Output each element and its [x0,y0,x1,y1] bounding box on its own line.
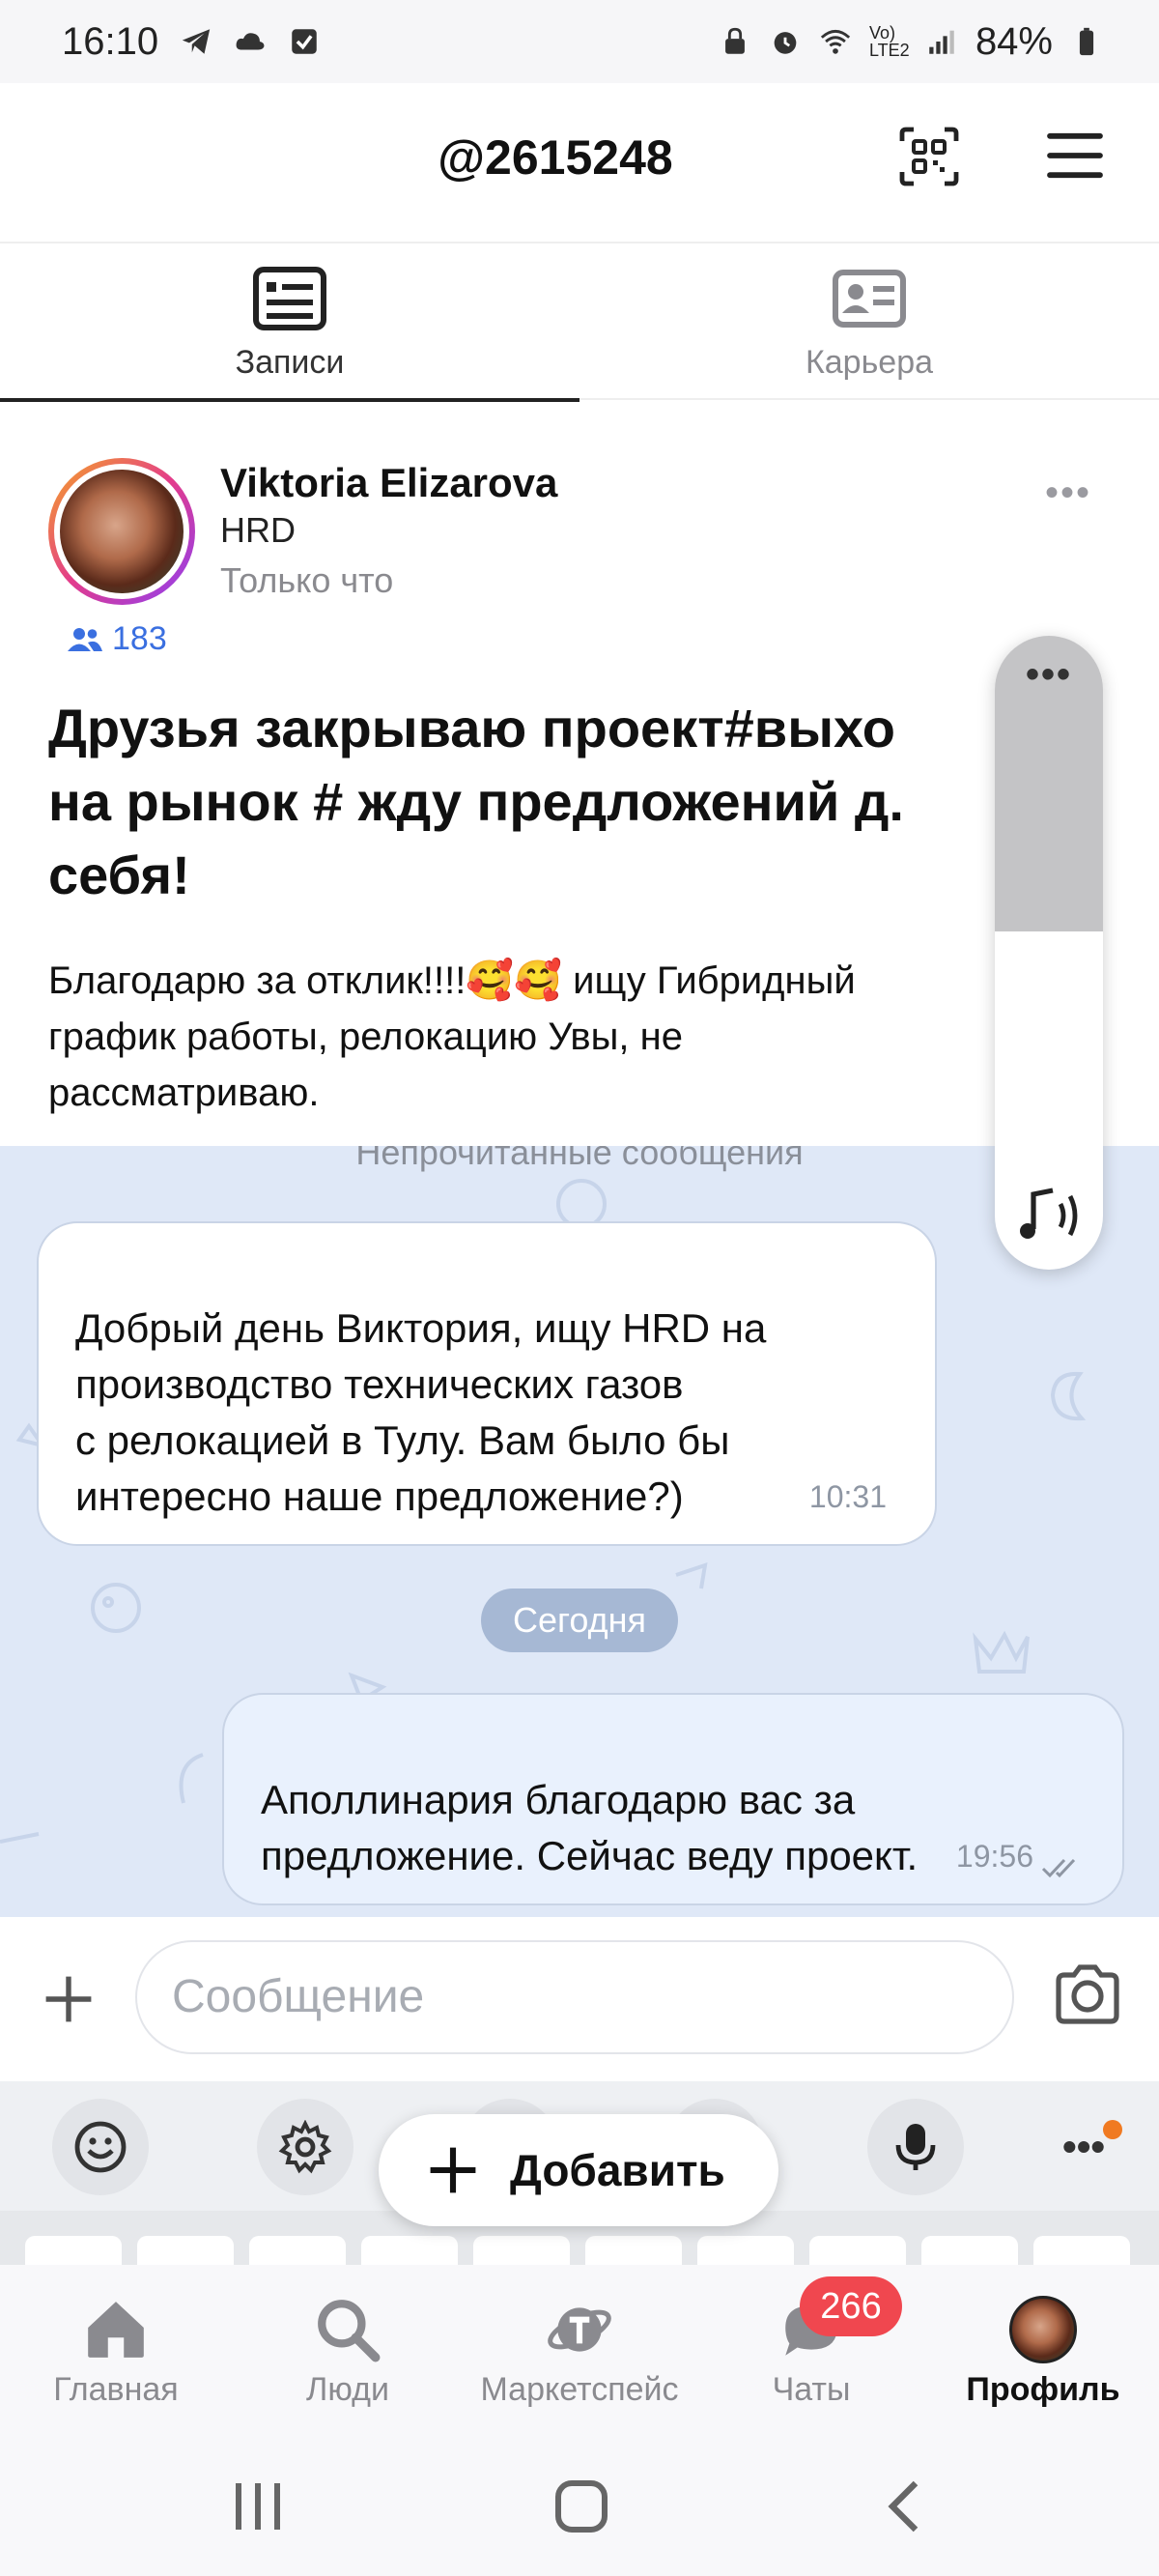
checkbox-icon [292,29,317,54]
post-card: Viktoria Elizarova HRD Только что ••• 18… [0,402,1159,1146]
microphone-icon [895,2124,936,2170]
profile-tabs: Записи Карьера [0,245,1159,402]
system-navigation-bar [0,2427,1159,2576]
nav-marketspace-label: Маркетспейс [480,2371,679,2408]
home-button-icon[interactable] [552,2479,610,2533]
nav-profile[interactable]: Профиль [927,2265,1159,2427]
message-outgoing[interactable]: Аполлинария благодарю вас за предложение… [222,1693,1124,1905]
app-header: @2615248 [0,83,1159,243]
recent-apps-icon[interactable] [230,2479,288,2533]
wifi-icon [820,29,851,54]
telegram-icon [182,29,211,54]
emoji-icon [74,2121,127,2173]
unread-messages-divider: Непрочитанные сообщения [355,1146,804,1172]
message-text: Аполлинария благодарю вас за предложение… [261,1777,919,1878]
author-role: HRD [220,510,296,550]
author-avatar[interactable] [48,458,195,605]
message-input[interactable]: Сообщение [135,1940,1014,2054]
voice-input-button[interactable] [867,2099,964,2195]
id-card-icon [833,270,906,328]
nav-people-label: Люди [306,2371,389,2408]
nav-marketspace[interactable]: Маркетспейс [464,2265,695,2427]
notification-dot [1103,2120,1122,2139]
people-icon [68,627,102,651]
attach-plus-icon[interactable] [42,1973,95,2025]
add-button-label: Добавить [510,2145,725,2195]
qr-code-icon[interactable] [898,126,960,187]
search-icon [318,2300,381,2362]
nav-chats-label: Чаты [772,2371,851,2408]
tab-posts[interactable]: Записи [0,245,580,402]
back-icon[interactable] [877,2479,935,2533]
floating-more-icon[interactable]: ••• [995,653,1103,697]
audio-wave-icon[interactable] [1014,1187,1084,1245]
lock-icon [725,27,745,54]
nav-people[interactable]: Люди [232,2265,464,2427]
message-incoming[interactable]: Добрый день Виктория, ищу HRD на произво… [37,1221,937,1546]
chat-area: Непрочитанные сообщения Добрый день Викт… [0,1146,1159,1917]
gear-icon [278,2120,332,2174]
tab-career[interactable]: Карьера [580,245,1159,400]
home-icon [88,2302,144,2358]
battery-icon [1079,27,1094,56]
camera-icon[interactable] [1053,1963,1122,2025]
battery-percent: 84% [975,19,1053,63]
followers-number: 183 [112,620,167,657]
post-timestamp: Только что [220,560,394,600]
message-time: 19:56 [955,1839,1033,1874]
keyboard-more-icon[interactable]: ••• [1062,2124,1105,2170]
posts-icon [253,267,326,330]
post-more-icon[interactable]: ••• [1045,472,1091,515]
plus-icon [430,2147,476,2193]
network-label: Vo) LTE2 [868,23,910,60]
hamburger-menu-icon[interactable] [1047,131,1103,180]
post-body: Благодарю за отклик!!!!🥰🥰 ищу Гибридный … [48,959,856,1114]
message-time: 10:31 [808,1479,887,1514]
signal-icon [929,30,954,54]
double-check-icon [1041,1858,1076,1878]
tab-posts-label: Записи [235,344,345,381]
avatar [1009,2296,1077,2363]
keyboard-settings-button[interactable] [257,2099,353,2195]
message-input-bar: Сообщение [0,1917,1159,2081]
floating-media-panel[interactable]: ••• [995,636,1103,1270]
emoji-button[interactable] [52,2099,149,2195]
followers-count[interactable]: 183 [68,620,167,658]
chats-unread-badge: 266 [800,2276,902,2336]
status-time: 16:10 [62,19,159,63]
tab-career-label: Карьера [805,344,934,381]
nav-home-label: Главная [53,2371,179,2408]
nav-home[interactable]: Главная [0,2265,232,2427]
status-bar: 16:10 Vo) LTE2 84% [0,0,1159,83]
cloud-icon [236,33,265,50]
bottom-navigation: Главная Люди Маркетспейс Чаты 266 Профил… [0,2265,1159,2427]
post-title: Друзья закрываю проект#выхо на рынок # ж… [48,698,904,905]
message-text: Добрый день Виктория, ищу HRD на произво… [75,1305,767,1519]
alarm-icon [774,32,797,54]
date-separator: Сегодня [481,1589,678,1652]
author-name[interactable]: Viktoria Elizarova [220,460,557,506]
nav-profile-label: Профиль [966,2371,1120,2408]
add-button[interactable]: Добавить [379,2114,778,2226]
planet-icon [548,2307,611,2352]
